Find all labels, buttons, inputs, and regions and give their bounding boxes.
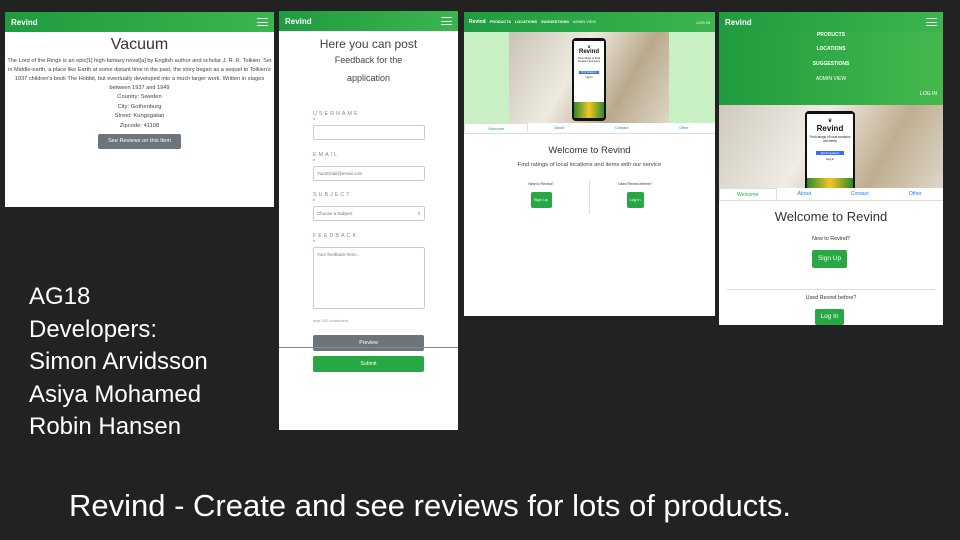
developer-name: Asiya Mohamed <box>29 380 202 408</box>
form-subheading-1: Feedback for the <box>334 55 403 65</box>
item-zipcode: Zipcode: 41108 <box>119 122 160 129</box>
hamburger-icon[interactable] <box>257 18 268 26</box>
preview-button[interactable]: Preview <box>313 335 424 351</box>
login-button[interactable]: Log In <box>626 192 644 208</box>
nav-suggestions[interactable]: SUGGESTIONS <box>541 20 569 24</box>
hero-image: ♛ Revind Find ratings of local locations… <box>509 32 669 123</box>
developer-name: Simon Arvidsson <box>29 348 208 375</box>
returning-user-label: Used Revind before? <box>618 182 652 186</box>
phone-find-button: Find locations <box>579 71 599 74</box>
tab-other[interactable]: Other <box>888 188 944 200</box>
tab-other[interactable]: Other <box>653 123 715 133</box>
slide-caption: Revind - Create and see reviews for lots… <box>69 488 791 523</box>
phone-brand: Revind <box>578 49 599 55</box>
new-user-label: New to Revind? <box>528 182 554 186</box>
item-street: Street: Kungsgatan <box>114 113 165 119</box>
hero-image: ♛ Revind Find ratings of local locations… <box>719 105 943 198</box>
phone-find-button: Find locations <box>816 151 844 155</box>
navbar: Revind <box>5 12 274 32</box>
subject-select[interactable]: Choose a Subject ⇕ <box>313 206 425 221</box>
returning-user-label: Used Revind before? <box>805 295 857 301</box>
tab-about[interactable]: About <box>777 188 833 200</box>
email-field[interactable]: YourEmail@email.com <box>313 166 425 181</box>
item-country: Country: Sweden <box>117 94 162 100</box>
phone-mockup: ♛ Revind Find ratings of local locations… <box>572 38 606 121</box>
feedback-form-screenshot: Revind Here you can post Feedback for th… <box>279 11 458 430</box>
tab-bar: Welcome About Contact Other <box>719 188 943 201</box>
tab-bar: Welcome About Contact Other <box>464 123 715 134</box>
welcome-title: Welcome to Revind <box>548 145 631 156</box>
team-name: AG18 <box>29 283 91 310</box>
select-arrows-icon: ⇕ <box>417 211 421 216</box>
submit-button[interactable]: Submit <box>313 356 424 372</box>
welcome-desktop-screenshot: Revind PRODUCTS LOCATIONS SUGGESTIONS AD… <box>464 12 715 316</box>
nav-locations[interactable]: LOCATIONS <box>515 20 537 24</box>
feedback-textarea[interactable]: Your feedback here... <box>313 247 425 309</box>
see-reviews-button[interactable]: See Reviews on this Item <box>98 134 181 149</box>
hamburger-icon[interactable] <box>926 18 937 26</box>
item-title: Vacuum <box>110 36 169 53</box>
required-mark: * <box>313 118 315 124</box>
nav-admin-view[interactable]: ADMIN VIEW <box>573 20 596 24</box>
required-mark: * <box>313 159 315 165</box>
developers-heading: Developers: <box>29 315 158 343</box>
phone-text: Find ratings of local locations and item… <box>809 135 851 143</box>
login-button[interactable]: Log In <box>815 309 844 325</box>
brand-link[interactable]: Revind <box>725 18 752 27</box>
welcome-mobile-screenshot: Revind PRODUCTS LOCATIONS SUGGESTIONS AD… <box>719 12 943 325</box>
hamburger-icon[interactable] <box>441 17 452 25</box>
navbar: Revind <box>719 12 943 32</box>
item-detail-screenshot: Revind Vacuum The Lord of the Rings is a… <box>5 12 274 207</box>
login-column: Used Revind before? Log In <box>606 182 664 208</box>
team-credits: AG18 Developers: Simon Arvidsson Asiya M… <box>29 281 208 444</box>
item-description: The Lord of the Rings is an epic[1] high… <box>7 58 272 91</box>
welcome-title: Welcome to Revind <box>774 209 888 224</box>
welcome-subtitle: Find ratings of local locations and item… <box>517 162 662 168</box>
phone-brand: Revind <box>816 124 844 133</box>
developer-name: Robin Hansen <box>29 413 182 440</box>
section-divider <box>727 289 935 290</box>
menu-locations[interactable]: LOCATIONS <box>719 46 943 52</box>
form-heading: Here you can post <box>319 37 418 51</box>
signup-button[interactable]: Sign Up <box>812 250 847 268</box>
brand-link[interactable]: Revind <box>11 18 38 27</box>
item-city: City: Gothenburg <box>117 103 162 110</box>
tab-welcome[interactable]: Welcome <box>464 123 529 133</box>
leaves-graphic <box>574 102 604 118</box>
required-mark: * <box>313 240 315 246</box>
tab-contact[interactable]: Contact <box>591 123 653 133</box>
brand-link[interactable]: Revind <box>469 19 486 25</box>
tab-contact[interactable]: Contact <box>832 188 888 200</box>
phone-login: Log In <box>825 157 835 161</box>
username-field[interactable] <box>313 125 425 140</box>
subject-value: Choose a Subject <box>317 211 353 216</box>
signup-button[interactable]: Sign Up <box>530 192 552 208</box>
navbar: Revind PRODUCTS LOCATIONS SUGGESTIONS AD… <box>464 12 715 32</box>
login-link[interactable]: LOG IN <box>696 20 710 25</box>
required-mark: * <box>313 199 315 205</box>
nav-products[interactable]: PRODUCTS <box>490 20 511 24</box>
phone-mockup: ♛ Revind Find ratings of local locations… <box>805 111 855 193</box>
hero-side-left <box>464 32 509 123</box>
phone-text: Find ratings of local locations and item… <box>577 57 601 63</box>
form-subheading-2: application <box>346 73 391 83</box>
divider <box>279 347 458 348</box>
tab-about[interactable]: About <box>528 123 590 133</box>
menu-admin-view[interactable]: ADMIN VIEW <box>719 76 943 82</box>
column-divider <box>589 180 590 214</box>
menu-products[interactable]: PRODUCTS <box>719 32 943 38</box>
tab-welcome[interactable]: Welcome <box>719 188 777 200</box>
phone-login: Log In <box>585 76 593 79</box>
hero-side-right <box>669 32 715 123</box>
login-link[interactable]: LOG IN <box>920 91 937 97</box>
new-user-label: New to Revind? <box>811 236 851 242</box>
brand-link[interactable]: Revind <box>285 17 312 26</box>
navbar: Revind <box>279 11 458 31</box>
menu-suggestions[interactable]: SUGGESTIONS <box>719 61 943 67</box>
signup-column: New to Revind? Sign Up <box>512 182 570 208</box>
